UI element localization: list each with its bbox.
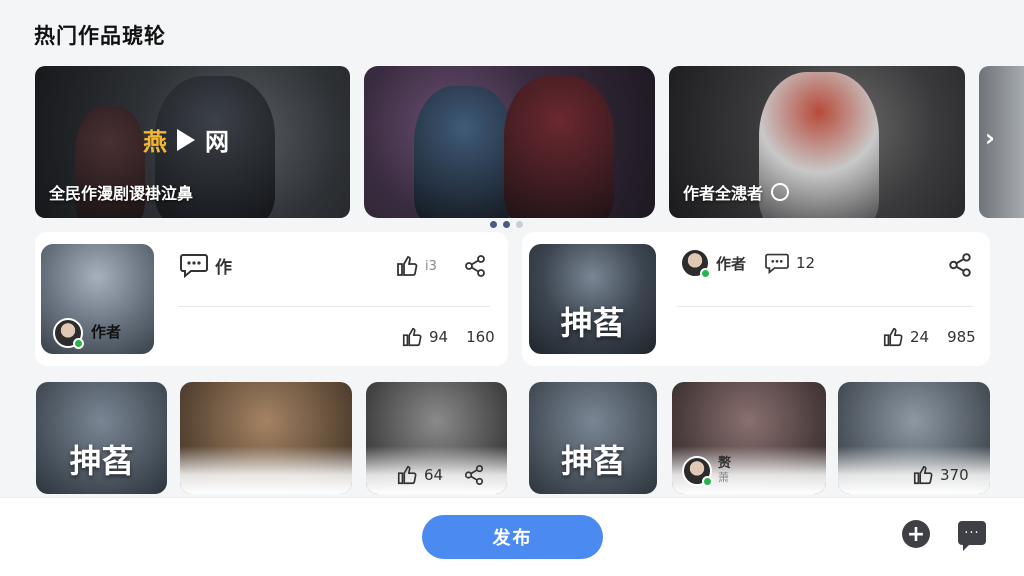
like-count: 370 xyxy=(940,466,969,484)
tile-stats: 64 xyxy=(396,464,485,486)
share-icon[interactable] xyxy=(463,464,485,486)
tile-overlay-text: 抻萏 xyxy=(69,442,134,480)
carousel-dot[interactable] xyxy=(490,221,497,228)
thumbnail-overlay-text: 抻萏 xyxy=(560,304,625,342)
banner-4[interactable]: › xyxy=(979,66,1024,218)
online-indicator xyxy=(73,338,84,349)
online-indicator xyxy=(700,268,711,279)
like-count: 64 xyxy=(424,466,444,484)
thumbs-up-icon[interactable] xyxy=(882,326,904,348)
work-card[interactable]: 抻萏 作者 12 24 985 xyxy=(522,232,990,366)
publish-button[interactable]: 发布 xyxy=(422,515,603,559)
comment-icon[interactable] xyxy=(764,252,790,274)
page: 热门作品琥轮 燕 网 全民作漫剧谡褂泣鼻 作者全漶者 › 作者 作 ⅰ3 94 … xyxy=(0,0,1024,576)
share-icon[interactable] xyxy=(947,252,973,278)
comment-icon[interactable] xyxy=(179,252,209,278)
tile-fade xyxy=(180,446,352,494)
play-icon[interactable] xyxy=(177,128,195,151)
banner-illustration xyxy=(414,86,514,218)
work-thumbnail[interactable]: 抻萏 xyxy=(529,244,656,354)
banner-carousel[interactable]: 燕 网 全民作漫剧谡褂泣鼻 作者全漶者 › xyxy=(0,66,1024,228)
thumbs-up-icon[interactable] xyxy=(912,464,934,486)
author-name[interactable]: 作者 xyxy=(91,321,121,342)
logo-char-2: 网 xyxy=(205,128,229,156)
like-count-top: ⅰ3 xyxy=(425,258,437,274)
divider xyxy=(178,306,490,307)
bottom-bar: 发布 + ··· xyxy=(0,497,1024,576)
logo-char-1: 燕 xyxy=(143,128,167,156)
carousel-dot[interactable] xyxy=(516,221,523,228)
online-indicator xyxy=(702,476,713,487)
author-name[interactable]: 作者 xyxy=(716,253,746,274)
work-tile[interactable]: 64 xyxy=(366,382,507,494)
banner-3[interactable]: 作者全漶者 xyxy=(669,66,965,218)
stats-row: 24 985 xyxy=(882,326,976,348)
stats-row: 94 160 xyxy=(401,326,495,348)
work-thumbnail[interactable]: 作者 xyxy=(41,244,154,354)
avatar[interactable] xyxy=(682,456,713,487)
thumbs-up-icon[interactable] xyxy=(396,464,418,486)
avatar[interactable] xyxy=(680,248,711,279)
carousel-dots xyxy=(490,221,523,228)
banner-1[interactable]: 燕 网 全民作漫剧谡褂泣鼻 xyxy=(35,66,350,218)
page-title: 热门作品琥轮 xyxy=(34,24,166,48)
comment-count: 12 xyxy=(796,254,816,272)
plus-icon[interactable]: + xyxy=(902,520,930,548)
like-count: 94 xyxy=(429,328,449,346)
work-card[interactable]: 作者 作 ⅰ3 94 160 xyxy=(35,232,508,366)
comment-row[interactable]: 作 xyxy=(179,252,232,278)
work-tile[interactable]: 370 xyxy=(838,382,990,494)
work-tile[interactable] xyxy=(180,382,352,494)
author-row[interactable]: 作者 12 xyxy=(680,248,816,279)
avatar[interactable] xyxy=(53,318,84,349)
tile-overlay-text: 抻萏 xyxy=(560,442,625,480)
author-name[interactable]: 赘 xyxy=(718,457,731,471)
banner-illustration xyxy=(504,76,614,218)
author-subtitle: 萧 xyxy=(718,471,729,484)
thumbs-up-icon[interactable] xyxy=(395,254,419,278)
thumbs-up-icon[interactable] xyxy=(401,326,423,348)
comment-label: 作 xyxy=(215,257,232,278)
divider xyxy=(677,306,973,307)
tile-author[interactable]: 赘 萧 xyxy=(682,456,731,487)
view-count: 160 xyxy=(466,328,495,346)
view-count: 985 xyxy=(947,328,976,346)
work-tile[interactable]: 抻萏 xyxy=(529,382,657,494)
work-tile[interactable]: 抻萏 xyxy=(36,382,167,494)
share-icon[interactable] xyxy=(463,254,487,278)
banner-2[interactable] xyxy=(364,66,655,218)
banner-logo: 燕 网 xyxy=(143,122,229,157)
carousel-dot[interactable] xyxy=(503,221,510,228)
sync-icon xyxy=(771,183,790,201)
like-row-top[interactable]: ⅰ3 xyxy=(395,254,437,278)
like-count: 24 xyxy=(910,328,930,346)
banner-caption-text: 全民作漫剧谡褂泣鼻 xyxy=(49,184,194,203)
work-tile[interactable]: 赘 萧 xyxy=(672,382,826,494)
chevron-right-icon[interactable]: › xyxy=(985,124,1007,160)
tile-stats: 370 xyxy=(912,464,969,486)
banner-caption: 全民作漫剧谡褂泣鼻 xyxy=(49,180,193,204)
banner-caption: 作者全漶者 xyxy=(683,180,790,204)
message-icon[interactable]: ··· xyxy=(958,521,986,551)
banner-caption-text: 作者全漶者 xyxy=(683,184,764,203)
